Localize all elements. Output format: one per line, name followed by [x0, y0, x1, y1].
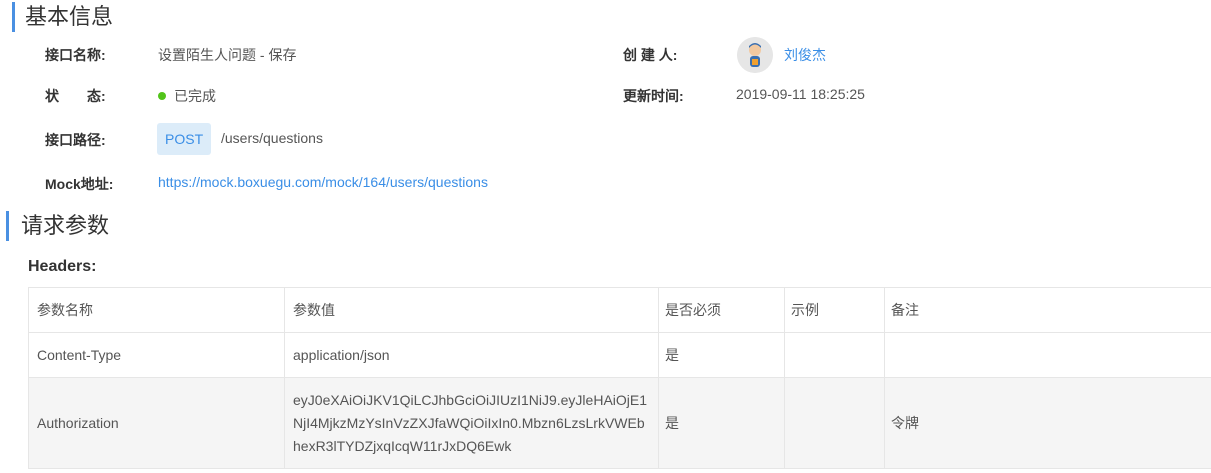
- mock-url-link[interactable]: https://mock.boxuegu.com/mock/164/users/…: [158, 174, 488, 190]
- param-name: Content-Type: [28, 332, 285, 378]
- method-badge: POST: [157, 123, 212, 155]
- creator-label: 创 建 人:: [623, 47, 678, 63]
- api-detail-page: 基本信息 接口名称: 设置陌生人问题 - 保存 创 建 人: 刘俊杰 状 态: …: [0, 0, 1211, 473]
- param-required: 是: [658, 377, 785, 469]
- param-value: application/json: [284, 332, 659, 378]
- table-row: Authorization eyJ0eXAiOiJKV1QiLCJhbGciOi…: [28, 377, 1211, 469]
- param-name: Authorization: [28, 377, 285, 469]
- headers-table: 参数名称 参数值 是否必须 示例 备注 Content-Type applica…: [28, 287, 1211, 469]
- param-note: [884, 332, 1211, 378]
- creator-name[interactable]: 刘俊杰: [784, 45, 826, 65]
- updated-label: 更新时间:: [623, 88, 684, 104]
- param-note: 令牌: [884, 377, 1211, 469]
- col-header-value: 参数值: [284, 287, 659, 333]
- table-row: Content-Type application/json 是: [28, 332, 1211, 378]
- request-params-title: 请求参数: [6, 211, 109, 241]
- basic-info-title: 基本信息: [12, 2, 113, 32]
- mock-label: Mock地址:: [45, 176, 114, 192]
- updated-value: 2019-09-11 18:25:25: [736, 86, 865, 102]
- avatar[interactable]: [737, 37, 773, 73]
- param-example: [784, 332, 885, 378]
- status-label: 状 态:: [45, 88, 106, 104]
- status-value: 已完成: [158, 86, 216, 106]
- col-header-required: 是否必须: [658, 287, 785, 333]
- api-name-label: 接口名称:: [45, 47, 106, 63]
- headers-label: Headers:: [28, 258, 97, 275]
- param-example: [784, 377, 885, 469]
- status-text: 已完成: [174, 88, 216, 104]
- param-value: eyJ0eXAiOiJKV1QiLCJhbGciOiJIUzI1NiJ9.eyJ…: [284, 377, 659, 469]
- avatar-icon: [737, 37, 773, 73]
- col-header-note: 备注: [884, 287, 1211, 333]
- status-dot-icon: [158, 92, 166, 101]
- col-header-name: 参数名称: [28, 287, 285, 333]
- api-name-value: 设置陌生人问题 - 保存: [158, 47, 297, 63]
- col-header-example: 示例: [784, 287, 885, 333]
- table-header-row: 参数名称 参数值 是否必须 示例 备注: [28, 287, 1211, 333]
- path-value: /users/questions: [221, 130, 323, 146]
- path-label: 接口路径:: [45, 132, 106, 148]
- param-required: 是: [658, 332, 785, 378]
